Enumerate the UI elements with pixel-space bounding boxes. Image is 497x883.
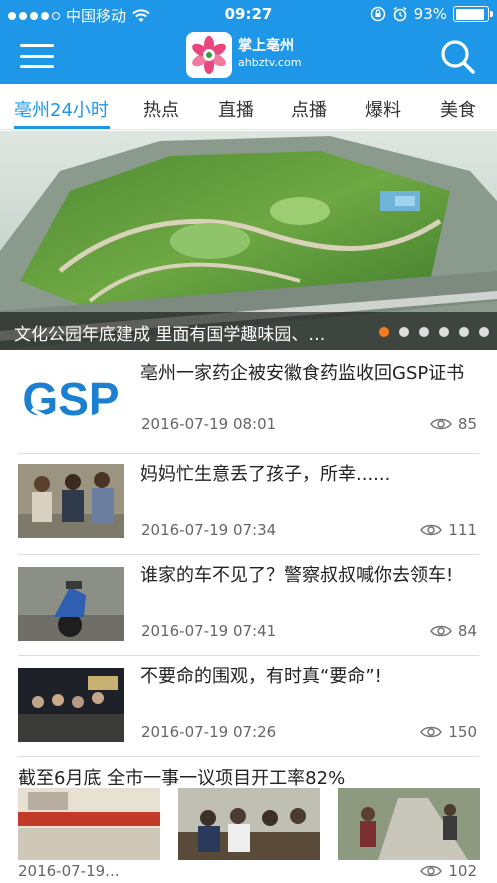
gallery-news-date: 2016-07-19... <box>18 862 120 880</box>
pager-dot[interactable] <box>399 327 409 337</box>
news-title: 亳州一家药企被安徽食药监收回GSP证书 <box>140 363 465 384</box>
search-icon[interactable] <box>439 38 477 76</box>
category-tabs: 亳州24小时 热点 直播 点播 爆料 美食 <box>0 84 497 130</box>
pager-dot[interactable] <box>419 327 429 337</box>
news-date: 2016-07-19 07:34 <box>141 521 277 539</box>
app-domain: ahbztv.com <box>238 56 302 69</box>
rotation-lock-icon <box>370 6 385 22</box>
tab-on-demand[interactable]: 点播 <box>291 96 327 122</box>
news-thumbnail <box>18 567 124 641</box>
news-title: 妈妈忙生意丢了孩子，所幸...... <box>140 464 391 485</box>
view-count: 150 <box>448 723 477 741</box>
gallery-news-title[interactable]: 截至6月底 全市一事一议项目开工率82% <box>18 764 345 790</box>
news-date: 2016-07-19 07:26 <box>141 723 277 741</box>
gallery-image[interactable] <box>178 788 320 860</box>
tab-food[interactable]: 美食 <box>440 96 476 122</box>
eye-icon <box>420 725 443 739</box>
eye-icon <box>420 523 443 537</box>
alarm-icon <box>393 6 407 22</box>
gallery-image[interactable] <box>18 788 160 860</box>
tab-bozhou-24h[interactable]: 亳州24小时 <box>14 96 109 122</box>
app-name: 掌上亳州 <box>238 38 294 54</box>
eye-icon <box>430 417 452 431</box>
view-count: 84 <box>457 622 477 640</box>
news-date: 2016-07-19 07:41 <box>141 622 277 640</box>
eye-icon <box>420 864 443 878</box>
status-bar: 中国移动 09:27 93% <box>0 0 497 28</box>
news-thumbnail: GSP <box>18 357 124 431</box>
app-logo <box>186 32 232 78</box>
view-count: 102 <box>448 862 477 880</box>
app-header: 掌上亳州 ahbztv.com <box>0 28 497 84</box>
pager-dot[interactable] <box>479 327 489 337</box>
banner-carousel[interactable]: 文化公园年底建成 里面有国学趣味园、… <box>0 131 497 350</box>
news-title: 不要命的围观，有时真“要命”! <box>140 666 382 687</box>
battery-percent: 93% <box>413 5 447 23</box>
news-date: 2016-07-19 08:01 <box>141 415 277 433</box>
eye-icon <box>430 624 452 638</box>
news-item[interactable]: 谁家的车不见了？警察叔叔喊你去领车! 2016-07-19 07:41 84 <box>18 555 479 656</box>
pager-dot[interactable] <box>439 327 449 337</box>
news-thumbnail <box>18 668 124 742</box>
news-item[interactable]: 妈妈忙生意丢了孩子，所幸...... 2016-07-19 07:34 111 <box>18 454 479 555</box>
gallery-image[interactable] <box>338 788 480 860</box>
tab-tip-off[interactable]: 爆料 <box>365 96 401 122</box>
pager-dot[interactable] <box>459 327 469 337</box>
carousel-pager <box>379 327 489 337</box>
view-count: 85 <box>457 415 477 433</box>
news-item[interactable]: GSP 亳州一家药企被安徽食药监收回GSP证书 2016-07-19 08:01… <box>18 353 479 454</box>
svg-text:GSP: GSP <box>22 373 119 425</box>
tab-live[interactable]: 直播 <box>218 96 254 122</box>
menu-icon[interactable] <box>20 42 54 70</box>
news-item[interactable]: 不要命的围观，有时真“要命”! 2016-07-19 07:26 150 <box>18 656 479 757</box>
news-thumbnail <box>18 464 124 538</box>
battery-icon <box>453 6 493 22</box>
active-tab-indicator <box>14 126 110 129</box>
news-title: 谁家的车不见了？警察叔叔喊你去领车! <box>140 565 454 586</box>
tab-hot[interactable]: 热点 <box>143 96 179 122</box>
view-count: 111 <box>448 521 477 539</box>
pager-dot[interactable] <box>379 327 389 337</box>
